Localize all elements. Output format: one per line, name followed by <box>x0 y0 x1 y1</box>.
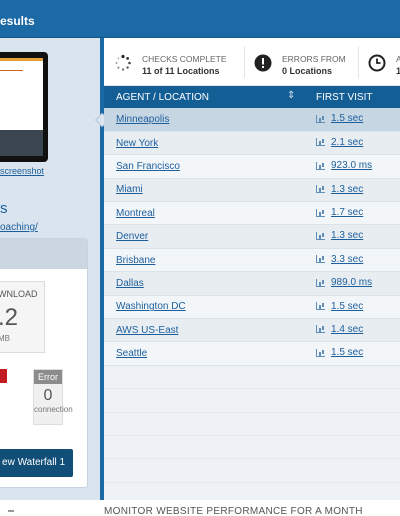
location-link[interactable]: Denver <box>116 231 148 242</box>
first-visit-link[interactable]: 1.7 sec <box>331 207 363 218</box>
first-visit-link[interactable]: 1.4 sec <box>331 324 363 335</box>
errors-stat: ERRORS FROM 0 Locations <box>244 38 358 86</box>
location-link[interactable]: Montreal <box>116 208 155 219</box>
table-row[interactable]: Dallas 989.0 ms <box>104 271 400 296</box>
first-visit-link[interactable]: 1.5 sec <box>331 347 363 358</box>
location-link[interactable]: New York <box>116 138 158 149</box>
first-visit-link[interactable]: 1.3 sec <box>331 230 363 241</box>
empty-row <box>104 365 400 390</box>
checks-label: CHECKS COMPLETE <box>142 54 227 64</box>
download-size-box: WNLOAD .2 MB <box>0 281 45 353</box>
first-visit-link[interactable]: 1.5 sec <box>331 113 363 124</box>
column-header-location[interactable]: AGENT / LOCATION ⇕ <box>104 86 304 108</box>
first-visit-link[interactable]: 3.3 sec <box>331 254 363 265</box>
download-unit: MB <box>0 334 10 343</box>
error-sub: connection <box>34 405 73 414</box>
location-link[interactable]: Minneapolis <box>116 114 169 125</box>
bar-chart-icon[interactable] <box>316 161 325 170</box>
table-row[interactable]: Brisbane 3.3 sec <box>104 248 400 273</box>
bar-chart-icon[interactable] <box>316 325 325 334</box>
location-link[interactable]: Dallas <box>116 278 144 289</box>
bar-chart-icon[interactable] <box>316 185 325 194</box>
metrics-card: WNLOAD .2 MB Error 0 connection ew Water… <box>0 238 88 488</box>
location-link[interactable]: Seattle <box>116 348 147 359</box>
bar-chart-icon[interactable] <box>316 255 325 264</box>
empty-row <box>104 435 400 460</box>
first-visit-link[interactable]: 2.1 sec <box>331 137 363 148</box>
first-visit-link[interactable]: 989.0 ms <box>331 277 372 288</box>
first-visit-link[interactable]: 1.5 sec <box>331 301 363 312</box>
alert-icon <box>254 54 272 72</box>
table-row[interactable]: Miami 1.3 sec <box>104 178 400 203</box>
bar-chart-icon[interactable] <box>316 302 325 311</box>
errors-label: ERRORS FROM <box>282 54 346 64</box>
checks-complete-stat: CHECKS COMPLETE 11 of 11 Locations <box>104 38 244 86</box>
results-panel: CHECKS COMPLETE 11 of 11 Locations ERROR… <box>104 38 400 500</box>
results-title: esults <box>0 14 35 28</box>
bar-chart-icon[interactable] <box>316 138 325 147</box>
table-row[interactable]: Minneapolis 1.5 sec <box>104 108 400 132</box>
site-url-link[interactable]: oaching/ <box>0 222 38 233</box>
empty-row <box>104 388 400 413</box>
table-row[interactable]: San Francisco 923.0 ms <box>104 154 400 179</box>
results-table: AGENT / LOCATION ⇕ FIRST VISIT Minneapol… <box>104 86 400 483</box>
spinner-icon <box>115 54 131 71</box>
table-row[interactable]: New York 2.1 sec <box>104 131 400 156</box>
view-waterfall-button[interactable]: ew Waterfall 1 <box>0 449 73 477</box>
avg-value: 1. <box>396 66 400 76</box>
location-link[interactable]: Washington DC <box>116 301 186 312</box>
error-value: 0 <box>43 387 53 404</box>
table-row[interactable]: AWS US-East 1.4 sec <box>104 318 400 343</box>
sort-icon[interactable]: ⇕ <box>287 90 295 101</box>
screenshot-thumbnail[interactable] <box>0 52 48 162</box>
column-header-first-visit[interactable]: FIRST VISIT <box>304 86 400 108</box>
error-box: Error 0 connection <box>33 369 73 425</box>
error-label: Error <box>34 370 62 384</box>
screenshot-link[interactable]: screenshot <box>0 166 44 176</box>
download-label: WNLOAD <box>0 289 38 299</box>
bar-chart-icon[interactable] <box>316 231 325 240</box>
failed-indicator <box>0 369 7 383</box>
errors-value: 0 Locations <box>282 66 333 76</box>
download-value: .2 <box>0 304 19 331</box>
table-row[interactable]: Seattle 1.5 sec <box>104 341 400 366</box>
results-header: esults <box>0 0 400 38</box>
site-title: s <box>0 200 8 217</box>
location-link[interactable]: AWS US-East <box>116 325 178 336</box>
avg-label: AV <box>396 54 400 64</box>
clock-icon <box>368 54 386 72</box>
table-row[interactable]: Montreal 1.7 sec <box>104 201 400 226</box>
location-link[interactable]: Brisbane <box>116 255 155 266</box>
checks-value: 11 of 11 Locations <box>142 66 220 76</box>
bar-chart-icon[interactable] <box>316 114 325 123</box>
first-visit-link[interactable]: 1.3 sec <box>331 184 363 195</box>
location-link[interactable]: San Francisco <box>116 161 180 172</box>
empty-row <box>104 412 400 436</box>
stats-bar: CHECKS COMPLETE 11 of 11 Locations ERROR… <box>104 38 400 86</box>
metrics-card-header <box>0 239 87 269</box>
bar-chart-icon[interactable] <box>316 208 325 217</box>
average-stat: AV 1. <box>358 38 400 86</box>
location-link[interactable]: Miami <box>116 184 143 195</box>
bar-chart-icon[interactable] <box>316 278 325 287</box>
summary-panel: screenshot s oaching/ WNLOAD .2 MB Error… <box>0 38 100 500</box>
footer-bar: MONITOR WEBSITE PERFORMANCE FOR A MONTH <box>0 500 400 516</box>
empty-row <box>104 458 400 483</box>
bar-chart-icon[interactable] <box>316 348 325 357</box>
promo-text: MONITOR WEBSITE PERFORMANCE FOR A MONTH <box>104 506 363 516</box>
table-row[interactable]: Washington DC 1.5 sec <box>104 295 400 320</box>
first-visit-link[interactable]: 923.0 ms <box>331 160 372 171</box>
table-row[interactable]: Denver 1.3 sec <box>104 224 400 249</box>
